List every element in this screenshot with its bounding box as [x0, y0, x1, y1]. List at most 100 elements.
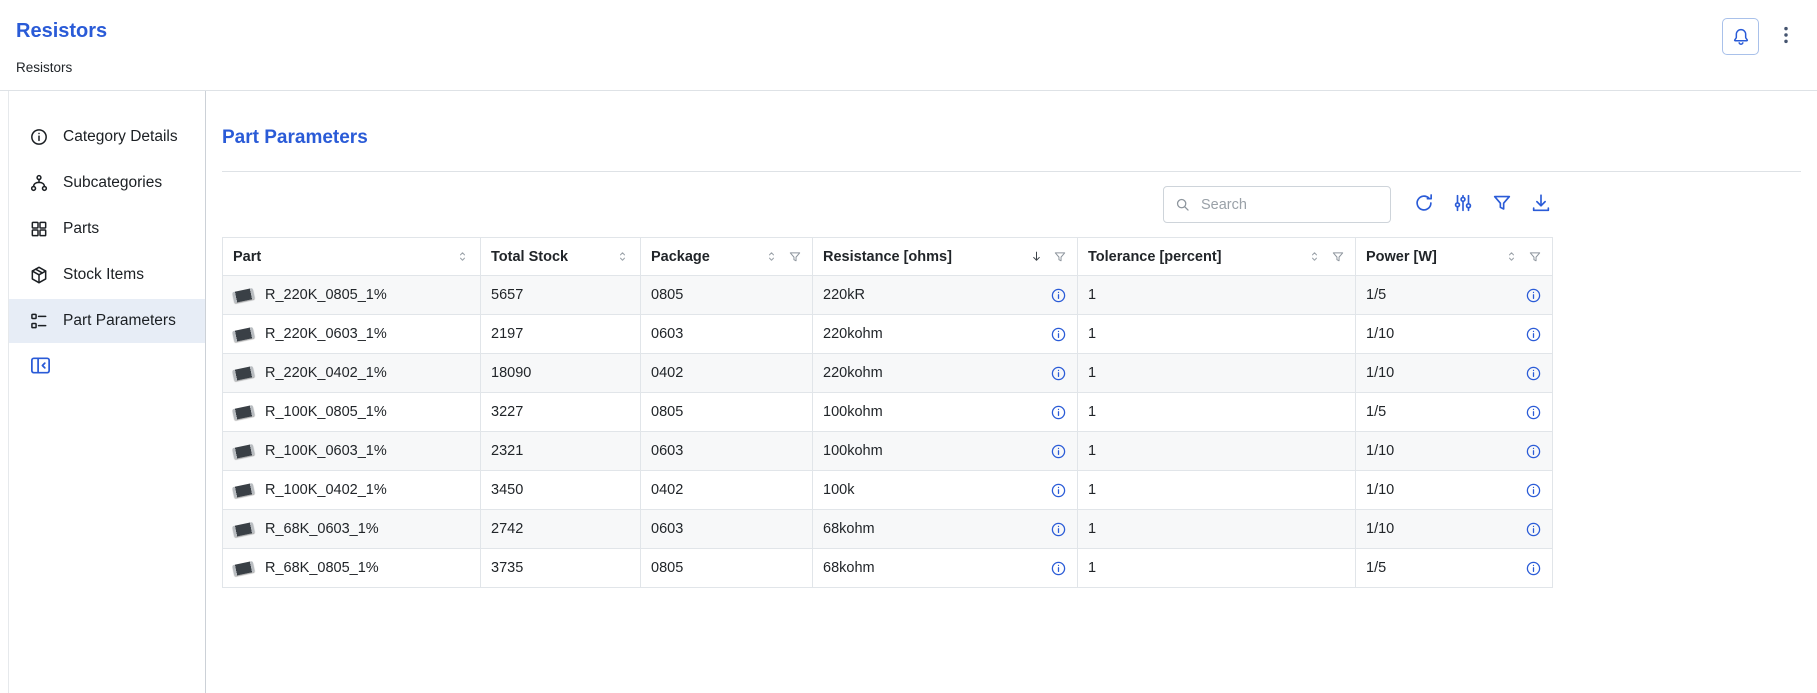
info-circle-icon	[1525, 404, 1542, 421]
info-circle-icon	[1050, 521, 1067, 538]
table-row[interactable]: R_68K_0805_1%3735080568kohm11/5	[223, 549, 1553, 588]
column-filter-icon[interactable]	[1528, 250, 1542, 264]
more-options-button[interactable]	[1773, 22, 1799, 51]
breadcrumb[interactable]: Resistors	[16, 60, 107, 75]
power-info-button[interactable]	[1525, 482, 1542, 499]
search-icon	[1174, 196, 1191, 213]
resistance-value: 100kohm	[823, 404, 883, 420]
header-actions	[1722, 18, 1799, 55]
kebab-menu-icon	[1775, 24, 1797, 46]
sidebar: Category Details Subcategories Parts Stock …	[9, 91, 206, 693]
info-circle-icon	[1050, 404, 1067, 421]
section-title: Part Parameters	[222, 127, 1801, 149]
column-header-resistance-ohms[interactable]: Resistance [ohms]	[813, 238, 1078, 276]
power-info-button[interactable]	[1525, 560, 1542, 577]
resistor-chip-icon	[232, 560, 255, 575]
power-info-button[interactable]	[1525, 521, 1542, 538]
total-stock-value: 2742	[491, 521, 523, 537]
resistance-info-button[interactable]	[1050, 443, 1067, 460]
part-name: R_220K_0402_1%	[265, 365, 387, 381]
sidebar-item-category-details[interactable]: Category Details	[9, 115, 205, 159]
table-row[interactable]: R_68K_0603_1%2742060368kohm11/10	[223, 510, 1553, 549]
info-circle-icon	[1050, 326, 1067, 343]
resistance-info-button[interactable]	[1050, 482, 1067, 499]
total-stock-value: 5657	[491, 287, 523, 303]
download-button[interactable]	[1530, 192, 1552, 217]
column-header-part[interactable]: Part	[223, 238, 481, 276]
part-name: R_100K_0805_1%	[265, 404, 387, 420]
resistor-chip-icon	[232, 482, 255, 497]
resistance-info-button[interactable]	[1050, 404, 1067, 421]
info-icon	[29, 127, 49, 147]
column-header-power-w[interactable]: Power [W]	[1356, 238, 1553, 276]
sidebar-item-stock-items[interactable]: Stock Items	[9, 253, 205, 297]
resistance-info-button[interactable]	[1050, 365, 1067, 382]
power-info-button[interactable]	[1525, 287, 1542, 304]
column-header-tolerance-percent[interactable]: Tolerance [percent]	[1078, 238, 1356, 276]
sidebar-item-parts[interactable]: Parts	[9, 207, 205, 251]
info-circle-icon	[1525, 326, 1542, 343]
table-row[interactable]: R_100K_0402_1%34500402100k11/10	[223, 471, 1553, 510]
resistance-value: 220kohm	[823, 365, 883, 381]
column-label: Resistance [ohms]	[823, 249, 1020, 265]
subcategories-icon	[29, 173, 49, 193]
table-row[interactable]: R_220K_0805_1%56570805220kR11/5	[223, 276, 1553, 315]
table-row[interactable]: R_220K_0603_1%21970603220kohm11/10	[223, 315, 1553, 354]
column-header-package[interactable]: Package	[641, 238, 813, 276]
sort-desc-icon	[1029, 249, 1044, 264]
info-circle-icon	[1050, 365, 1067, 382]
sidebar-item-label: Subcategories	[63, 174, 162, 192]
resistor-chip-icon	[232, 326, 255, 341]
refresh-button[interactable]	[1413, 192, 1435, 217]
power-value: 1/10	[1366, 521, 1394, 537]
column-filter-icon[interactable]	[1331, 250, 1345, 264]
resistance-info-button[interactable]	[1050, 326, 1067, 343]
part-name: R_220K_0805_1%	[265, 287, 387, 303]
resistance-info-button[interactable]	[1050, 287, 1067, 304]
notifications-button[interactable]	[1722, 18, 1759, 55]
part-name: R_100K_0402_1%	[265, 482, 387, 498]
tolerance-value: 1	[1088, 443, 1096, 459]
info-circle-icon	[1525, 521, 1542, 538]
power-value: 1/5	[1366, 287, 1386, 303]
top-header: Resistors Resistors	[0, 0, 1817, 91]
power-info-button[interactable]	[1525, 365, 1542, 382]
column-filter-icon[interactable]	[1053, 250, 1067, 264]
power-info-button[interactable]	[1525, 443, 1542, 460]
package-value: 0805	[651, 404, 683, 420]
table-row[interactable]: R_220K_0402_1%180900402220kohm11/10	[223, 354, 1553, 393]
info-circle-icon	[1050, 560, 1067, 577]
resistance-value: 100k	[823, 482, 854, 498]
power-value: 1/10	[1366, 443, 1394, 459]
header-titles: Resistors Resistors	[16, 14, 107, 75]
main-panel: Part Parameters PartTotal StockPackage Re…	[206, 91, 1817, 693]
table-row[interactable]: R_100K_0603_1%23210603100kohm11/10	[223, 432, 1553, 471]
resistance-info-button[interactable]	[1050, 560, 1067, 577]
total-stock-value: 2197	[491, 326, 523, 342]
table-row[interactable]: R_100K_0805_1%32270805100kohm11/5	[223, 393, 1553, 432]
search-input[interactable]	[1199, 196, 1380, 214]
sidebar-items: Category Details Subcategories Parts Stock …	[9, 115, 205, 343]
filter-button[interactable]	[1491, 192, 1513, 217]
power-info-button[interactable]	[1525, 404, 1542, 421]
column-filter-icon[interactable]	[788, 250, 802, 264]
column-settings-icon	[1452, 192, 1474, 214]
power-info-button[interactable]	[1525, 326, 1542, 343]
table-toolbar	[222, 186, 1552, 223]
package-value: 0402	[651, 482, 683, 498]
sidebar-item-subcategories[interactable]: Subcategories	[9, 161, 205, 205]
bell-icon	[1731, 27, 1751, 47]
power-value: 1/10	[1366, 326, 1394, 342]
sidebar-item-label: Stock Items	[63, 266, 144, 284]
resistance-value: 68kohm	[823, 521, 875, 537]
info-circle-icon	[1525, 443, 1542, 460]
tolerance-value: 1	[1088, 287, 1096, 303]
resistance-info-button[interactable]	[1050, 521, 1067, 538]
power-value: 1/10	[1366, 482, 1394, 498]
sidebar-item-part-parameters[interactable]: Part Parameters	[9, 299, 205, 343]
column-header-total-stock[interactable]: Total Stock	[481, 238, 641, 276]
column-settings-button[interactable]	[1452, 192, 1474, 217]
collapse-sidebar-button[interactable]	[29, 354, 52, 380]
power-value: 1/5	[1366, 404, 1386, 420]
total-stock-value: 18090	[491, 365, 531, 381]
